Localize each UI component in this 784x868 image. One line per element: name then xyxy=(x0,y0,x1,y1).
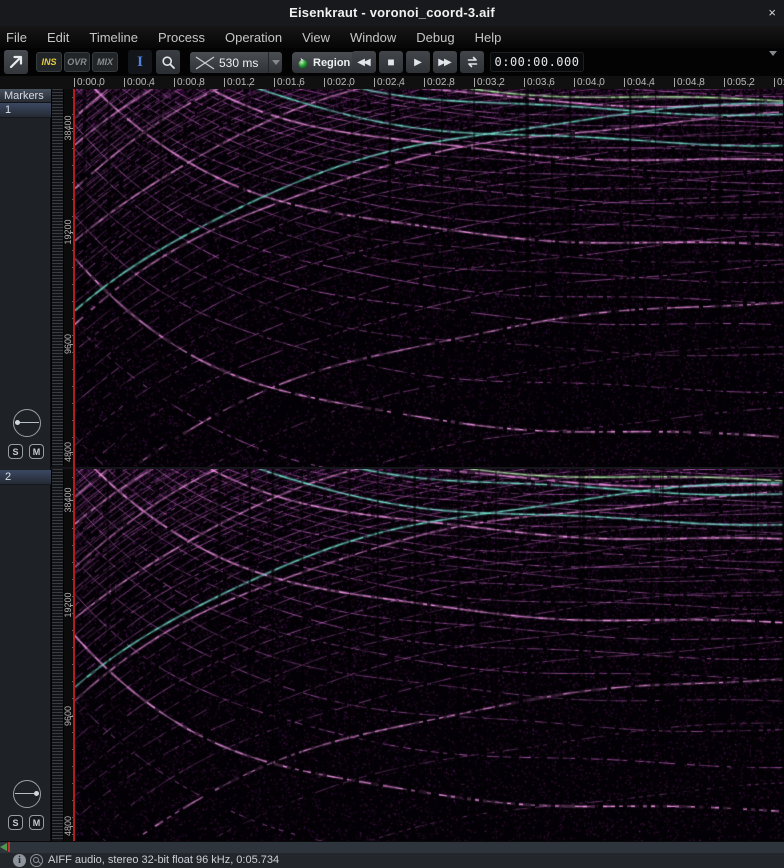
triangle-down-icon xyxy=(769,51,777,73)
catch-icon xyxy=(297,57,309,69)
loop-icon xyxy=(465,56,480,68)
menu-window[interactable]: Window xyxy=(350,30,396,45)
vertical-zoom-scrollbar-channel-2[interactable] xyxy=(51,469,64,841)
blend-dropdown-arrow[interactable] xyxy=(268,52,282,73)
markers-panel-header: Markers xyxy=(0,89,51,103)
channel-divider xyxy=(51,467,784,469)
pan-knob-channel-2[interactable] xyxy=(13,780,41,808)
catch-region-label: Region xyxy=(313,57,350,69)
loop-button[interactable] xyxy=(460,51,484,73)
timeline-ruler[interactable]: 0:00.00:00.40:00.80:01.20:01.60:02.00:02… xyxy=(0,76,784,90)
track-header-panel: Markers 1 2 S M S M xyxy=(0,89,51,841)
ibeam-tool-button[interactable]: I xyxy=(128,50,152,74)
rewind-button[interactable]: ◀◀ xyxy=(352,51,376,73)
stop-button[interactable]: ■ xyxy=(379,51,403,73)
overwrite-mode-button[interactable]: OVR xyxy=(64,52,90,72)
file-info-text: AIFF audio, stereo 32-bit float 96 kHz, … xyxy=(48,854,279,866)
track-label-1[interactable]: 1 xyxy=(0,103,51,118)
window-title: Eisenkraut - voronoi_coord-3.aif xyxy=(0,5,784,20)
mix-mode-button[interactable]: MIX xyxy=(92,52,118,72)
menu-view[interactable]: View xyxy=(302,30,330,45)
status-magnifier-icon[interactable] xyxy=(30,854,43,867)
menu-process[interactable]: Process xyxy=(158,30,205,45)
blend-time-value: 530 ms xyxy=(219,56,268,70)
magnifier-icon xyxy=(161,55,176,70)
main-area: Markers 1 2 S M S M 384001920096004800 3… xyxy=(0,89,784,841)
status-bar: i AIFF audio, stereo 32-bit float 96 kHz… xyxy=(0,853,784,868)
zoom-tool-button[interactable] xyxy=(156,50,180,74)
cursor-arrow-icon xyxy=(8,54,24,70)
fast-forward-button[interactable]: ▶▶ xyxy=(433,51,457,73)
title-bar: Eisenkraut - voronoi_coord-3.aif × xyxy=(0,0,784,26)
vertical-zoom-scrollbar-channel-1[interactable] xyxy=(51,89,64,467)
crossfade-icon xyxy=(195,56,215,70)
info-icon[interactable]: i xyxy=(13,854,26,867)
menu-bar: File Edit Timeline Process Operation Vie… xyxy=(0,26,784,48)
menu-timeline[interactable]: Timeline xyxy=(89,30,138,45)
toolbar: INS OVR MIX I 530 ms Region xyxy=(0,48,784,76)
pointer-tool-button[interactable] xyxy=(4,50,28,74)
timeline-menu-arrow[interactable] xyxy=(769,56,777,74)
mute-button-channel-1[interactable]: M xyxy=(29,444,44,459)
eisenkraut-window: Eisenkraut - voronoi_coord-3.aif × File … xyxy=(0,0,784,868)
spectrogram-channel-1[interactable] xyxy=(75,89,784,467)
playback-cursor[interactable] xyxy=(73,89,75,841)
time-display[interactable]: 0:00:00.000 xyxy=(490,52,584,72)
play-button[interactable]: ▶ xyxy=(406,51,430,73)
mute-button-channel-2[interactable]: M xyxy=(29,815,44,830)
scroll-left-arrow-icon[interactable] xyxy=(0,843,7,851)
menu-debug[interactable]: Debug xyxy=(416,30,454,45)
menu-operation[interactable]: Operation xyxy=(225,30,282,45)
knob-dot xyxy=(34,791,39,796)
spectrogram-channel-2[interactable] xyxy=(75,469,784,841)
pan-knob-channel-1[interactable] xyxy=(13,409,41,437)
solo-button-channel-1[interactable]: S xyxy=(8,444,23,459)
track-label-2[interactable]: 2 xyxy=(0,470,51,485)
scroll-position-marker xyxy=(8,842,10,852)
menu-file[interactable]: File xyxy=(6,30,27,45)
catch-region-button[interactable]: Region xyxy=(292,52,357,73)
insert-mode-button[interactable]: INS xyxy=(36,52,62,72)
knob-dot xyxy=(15,420,20,425)
solo-button-channel-2[interactable]: S xyxy=(8,815,23,830)
chevron-down-icon xyxy=(272,60,280,65)
close-icon[interactable]: × xyxy=(768,5,776,20)
horizontal-scrollbar[interactable] xyxy=(0,841,784,853)
menu-edit[interactable]: Edit xyxy=(47,30,69,45)
ibeam-icon: I xyxy=(137,54,143,71)
blend-time-dropdown[interactable]: 530 ms xyxy=(190,52,282,73)
menu-help[interactable]: Help xyxy=(475,30,502,45)
